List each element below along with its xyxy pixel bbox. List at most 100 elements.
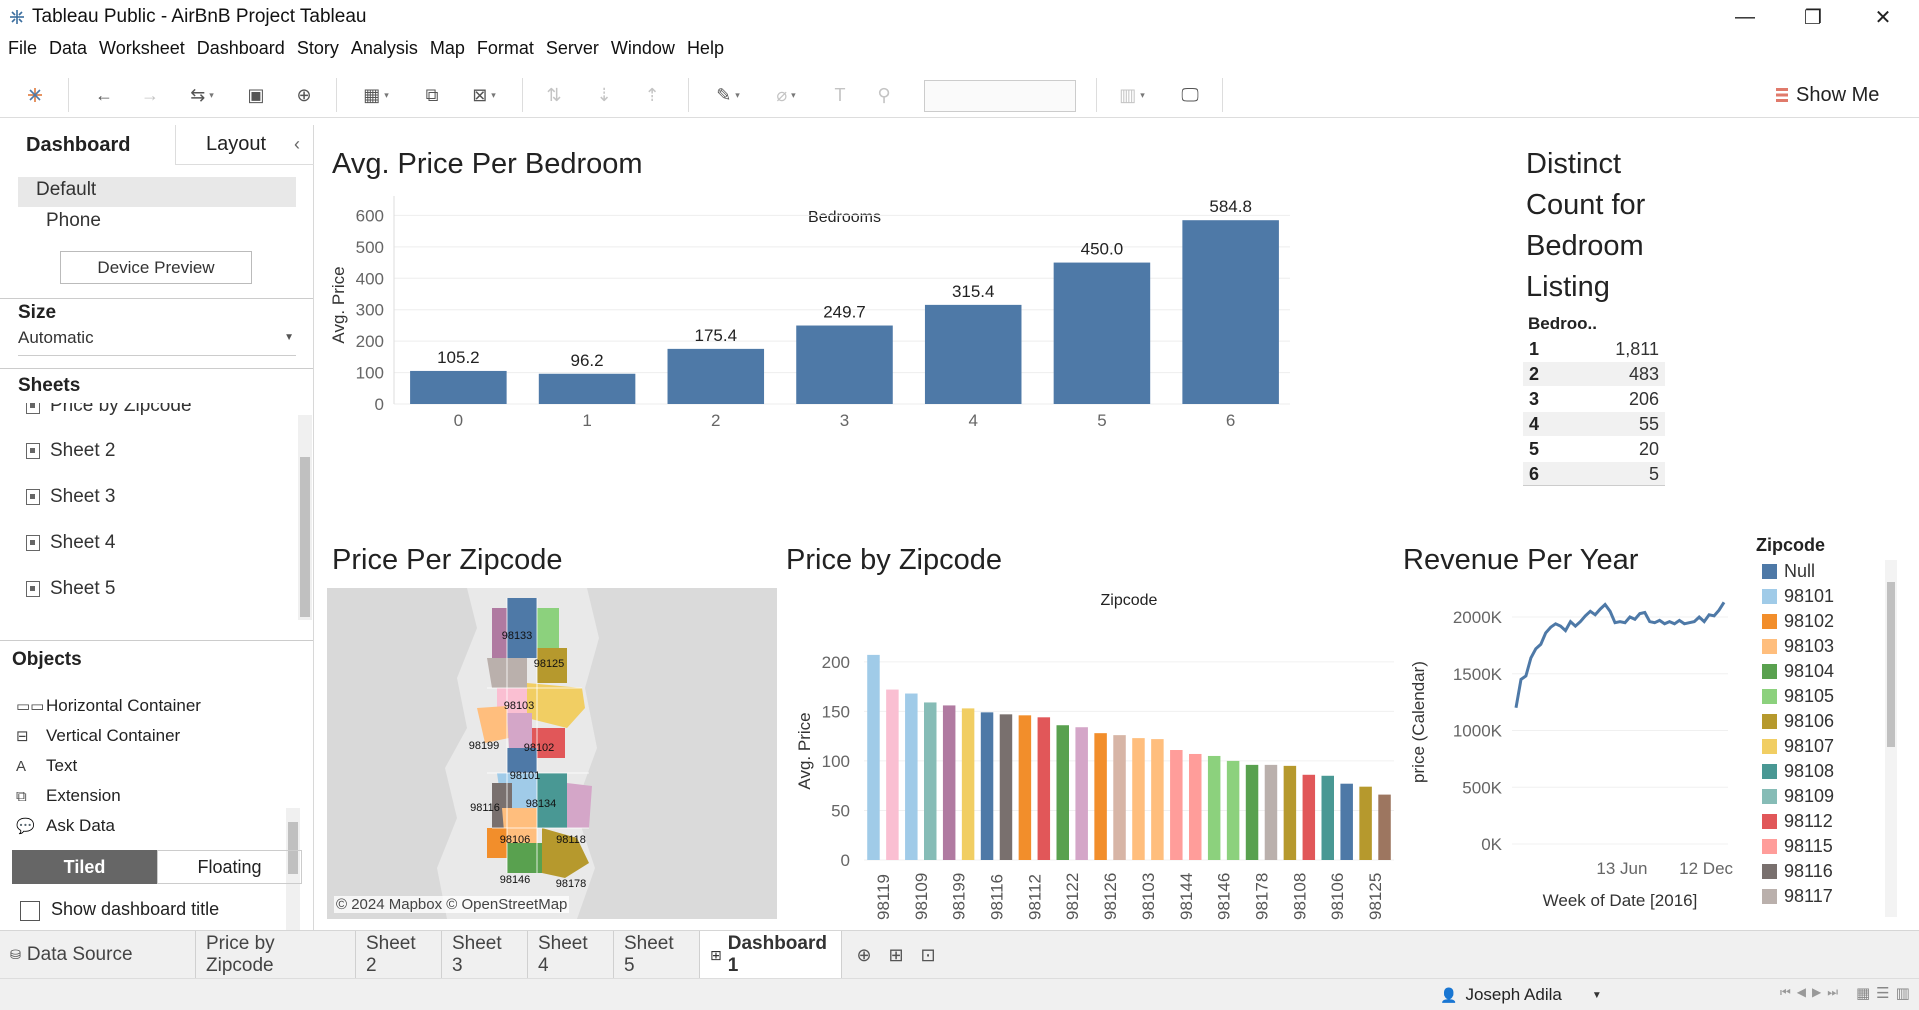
object-extension[interactable]: ⧉ Extension [16,783,121,809]
swap-icon[interactable]: ⇆ ▾ [182,82,222,108]
show-title-checkbox[interactable] [20,901,40,921]
x-tick-label: 98112 [1025,874,1044,920]
new-worksheet-tab-icon[interactable]: ⊕ [852,942,876,968]
legend-item[interactable]: 98103 [1762,635,1834,657]
legend-item[interactable]: 98108 [1762,760,1834,782]
tiled-button[interactable]: Tiled [12,850,157,884]
legend-item[interactable]: 98105 [1762,685,1834,707]
legend-item[interactable]: 98107 [1762,735,1834,757]
revenue-line-chart[interactable]: 0K 500K 1000K 1500K 2000K price (Calendar) 13 … [1400,588,1745,918]
legend-item[interactable]: 98104 [1762,660,1834,682]
zipcode-map[interactable]: 98133 98125 98103 98199 98102 98101 98116 98134… [327,588,777,919]
sheets-scrollbar[interactable] [298,415,312,620]
menu-file[interactable]: File [8,38,37,62]
new-dashboard-tab-icon[interactable]: ⊞ [884,942,908,968]
view-size-combo[interactable] [924,80,1076,112]
legend-item[interactable]: 98102 [1762,610,1834,632]
legend-item[interactable]: 98115 [1762,835,1833,857]
x-axis-label: Week of Date [2016] [1543,891,1698,910]
presentation-mode-icon[interactable]: 🖵 [1176,82,1204,108]
device-preview-button[interactable]: Device Preview [60,251,252,284]
table-row[interactable]: 2 483 [1523,362,1665,386]
legend-item[interactable]: 98101 [1762,585,1834,607]
object-horizontal-container[interactable]: ▭▭ Horizontal Container [16,693,201,719]
tab-dashboard[interactable]: Dashboard [0,125,176,165]
minimize-button[interactable]: — [1714,0,1776,34]
table-row[interactable]: 65 [1523,462,1665,486]
worksheet-icon [26,403,40,414]
user-menu[interactable]: 👤 Joseph Adila ▼ [1440,984,1602,1006]
show-me-button[interactable]: Show Me [1776,82,1879,108]
tab-sheet-4[interactable]: Sheet 4 [528,931,614,979]
close-button[interactable]: ✕ [1852,0,1914,34]
object-text[interactable]: A Text [16,753,77,779]
clear-sheet-icon[interactable]: ⊠ ▾ [464,82,504,108]
menu-help[interactable]: Help [687,38,724,62]
fit-icon[interactable]: ▥ ▾ [1112,82,1152,108]
show-labels-icon[interactable]: T [828,82,852,108]
sheet-item-price-by-zipcode[interactable]: Price by Zipcode [26,403,192,421]
tab-dashboard-1[interactable]: ⊞ Dashboard 1 [700,931,842,979]
size-select[interactable]: Automatic ▼ [18,328,296,356]
duplicate-sheet-icon[interactable]: ⧉ [420,82,444,108]
tab-price-by-zipcode[interactable]: Price by Zipcode [196,931,356,979]
y-tick-label: 2000K [1453,608,1503,627]
tab-sheet-2[interactable]: Sheet 2 [356,931,442,979]
object-vertical-container[interactable]: ⊟ Vertical Container [16,723,180,749]
sheet-item-sheet-2[interactable]: Sheet 2 [26,436,116,466]
table-row[interactable]: 1 1,811 [1523,337,1665,361]
maximize-button[interactable]: ❐ [1782,0,1844,34]
legend-scrollbar[interactable] [1885,560,1897,917]
undo-icon[interactable]: ← [92,82,116,108]
collapse-panel-icon[interactable]: ‹ [294,125,314,165]
menu-worksheet[interactable]: Worksheet [99,38,185,62]
menu-window[interactable]: Window [611,38,675,62]
legend-swatch [1762,888,1777,904]
menu-data[interactable]: Data [49,38,87,62]
table-row[interactable]: 5 20 [1523,437,1665,461]
new-worksheet-icon[interactable]: ▦ ▾ [356,82,396,108]
redo-icon[interactable]: → [138,82,162,108]
highlight-icon[interactable]: ✎ ▾ [708,82,748,108]
sheet-item-sheet-3[interactable]: Sheet 3 [26,482,116,512]
tab-sheet-5[interactable]: Sheet 5 [614,931,700,979]
start-page-icon[interactable] [24,82,46,108]
legend-item[interactable]: 98109 [1762,785,1834,807]
menu-dashboard[interactable]: Dashboard [197,38,285,62]
map-zipcode-label: 98102 [523,742,555,754]
group-members-icon[interactable]: ⌀ ▾ [766,82,806,108]
save-icon[interactable]: ▣ [244,82,268,108]
sort-ascending-icon[interactable]: ⇣ [592,82,616,108]
object-ask-data[interactable]: 💬 Ask Data [16,813,115,839]
zipcode-price-chart[interactable]: Zipcode 0 50 100 150 200 Avg. Price 98119 98109 9… [786,584,1396,922]
sheet-item-sheet-4[interactable]: Sheet 4 [26,528,116,558]
tab-layout[interactable]: Layout [176,125,296,165]
legend-item[interactable]: 98116 [1762,860,1833,882]
legend-item[interactable]: 98117 [1762,885,1833,907]
bedroom-price-chart[interactable]: Bedrooms0100200300400500600Avg. Price105… [328,190,1510,530]
new-data-source-icon[interactable]: ⊕ [292,82,316,108]
title-bar: Tableau Public - AirBnB Project Tableau [0,0,1919,34]
legend-item[interactable]: 98106 [1762,710,1834,732]
legend-item[interactable]: Null [1762,560,1815,582]
menu-format[interactable]: Format [477,38,534,62]
device-default: Default [36,179,97,200]
menu-server[interactable]: Server [546,38,599,62]
sheet-navigation-icons[interactable]: ⏮◀▶⏭ [1780,985,1844,1000]
device-phone[interactable]: Phone [46,210,101,232]
view-mode-icons[interactable]: ▦☰▥ [1856,984,1916,1002]
table-row[interactable]: 4 55 [1523,412,1665,436]
swap-rows-columns-icon[interactable]: ⇅ [542,82,566,108]
sheet-item-sheet-5[interactable]: Sheet 5 [26,574,116,599]
new-story-tab-icon[interactable]: ⊡ [916,942,940,968]
menu-analysis[interactable]: Analysis [351,38,418,62]
legend-item[interactable]: 98112 [1762,810,1833,832]
floating-button[interactable]: Floating [157,850,302,884]
menu-story[interactable]: Story [297,38,339,62]
table-row[interactable]: 3 206 [1523,387,1665,411]
tab-sheet-3[interactable]: Sheet 3 [442,931,528,979]
sort-descending-icon[interactable]: ⇡ [640,82,664,108]
menu-map[interactable]: Map [430,38,465,62]
tab-data-source[interactable]: ⛁ Data Source [0,931,196,979]
fix-axes-icon[interactable]: ⚲ [872,82,896,108]
